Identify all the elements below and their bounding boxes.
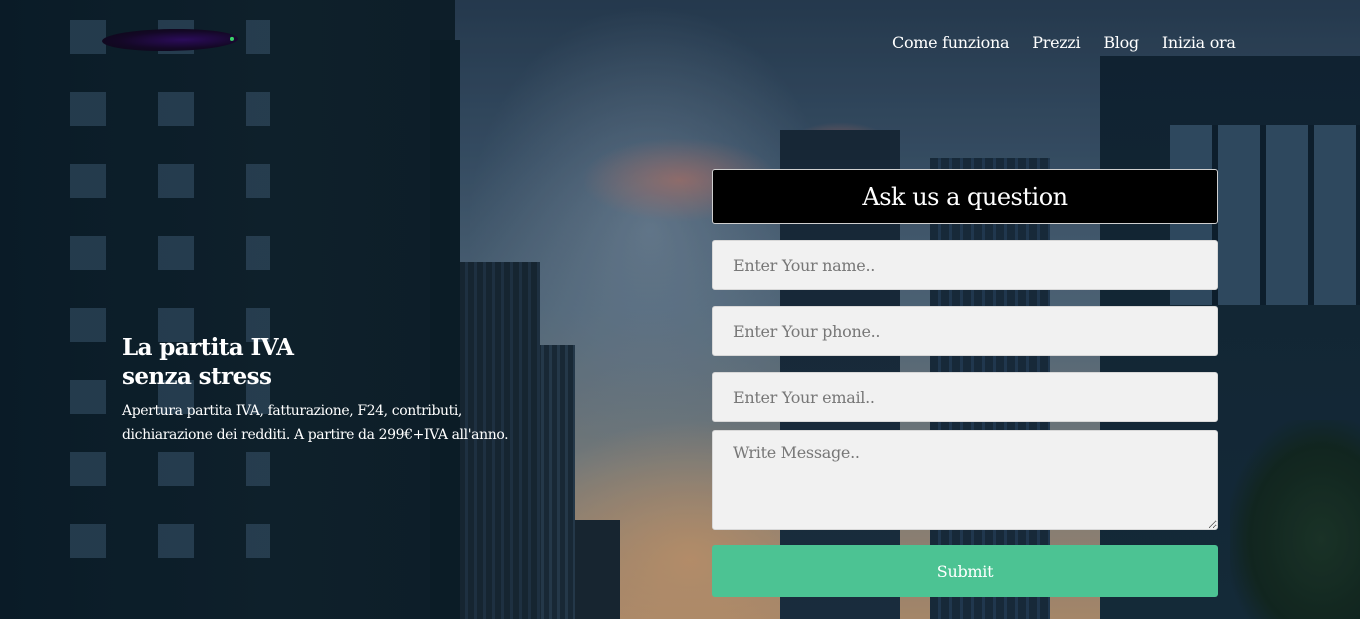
message-textarea[interactable] xyxy=(712,430,1218,530)
nav-link-blog[interactable]: Blog xyxy=(1091,32,1150,54)
phone-input[interactable] xyxy=(712,306,1218,356)
name-input[interactable] xyxy=(712,240,1218,290)
hero-title: La partita IVA senza stress xyxy=(122,334,294,390)
submit-button[interactable]: Submit xyxy=(712,545,1218,597)
nav-link-prezzi[interactable]: Prezzi xyxy=(1020,32,1091,54)
hero-subtitle: Apertura partita IVA, fatturazione, F24,… xyxy=(122,403,509,443)
main-nav: Come funziona Prezzi Blog Inizia ora xyxy=(880,32,1247,54)
nav-link-inizia-ora[interactable]: Inizia ora xyxy=(1150,32,1247,54)
form-title: Ask us a question xyxy=(712,169,1218,224)
email-input[interactable] xyxy=(712,372,1218,422)
nav-link-come-funziona[interactable]: Come funziona xyxy=(880,32,1020,54)
